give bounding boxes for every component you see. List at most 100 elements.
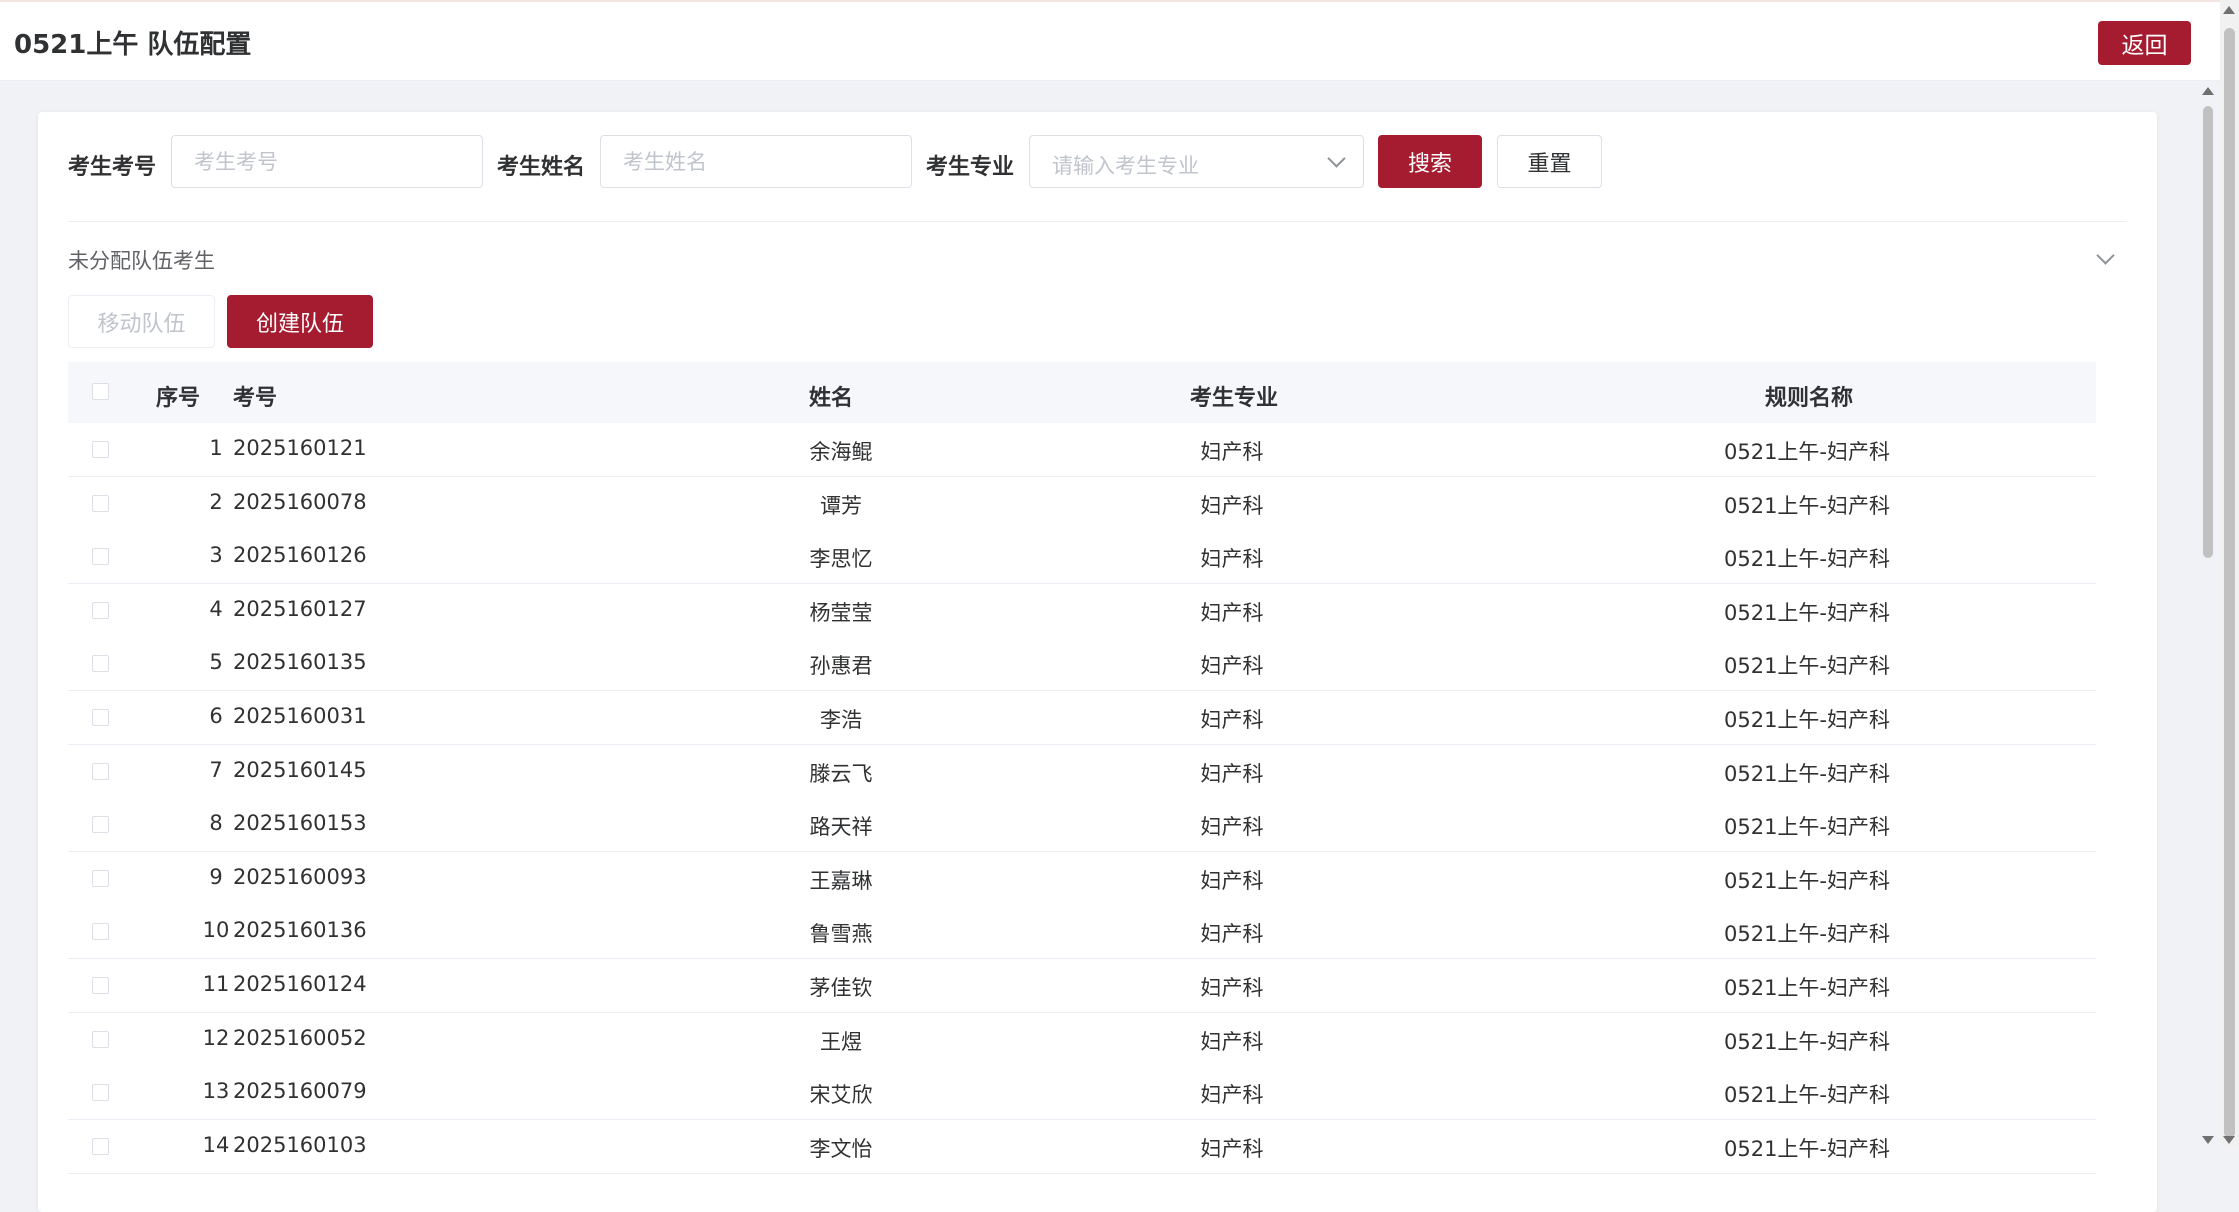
row-checkbox[interactable] (92, 869, 109, 887)
row-checkbox[interactable] (92, 494, 109, 512)
row-exam-no: 2025160103 (233, 1132, 367, 1157)
row-exam-no: 2025160093 (233, 864, 367, 889)
row-checkbox[interactable] (92, 1137, 109, 1155)
table-row[interactable]: 2 2025160078 谭芳 妇产科 0521上午-妇产科 (68, 476, 2096, 531)
row-checkbox[interactable] (92, 762, 109, 780)
create-team-button[interactable]: 创建队伍 (227, 295, 373, 348)
page-title: 0521上午 队伍配置 (14, 30, 252, 60)
page-scrollbar-thumb[interactable] (2224, 28, 2235, 1138)
inner-scroll-down-arrow[interactable] (2202, 1136, 2214, 1144)
table-row[interactable]: 8 2025160153 路天祥 妇产科 0521上午-妇产科 (68, 798, 2096, 853)
row-major: 妇产科 (1200, 761, 1264, 786)
table-row[interactable]: 5 2025160135 孙惠君 妇产科 0521上午-妇产科 (68, 637, 2096, 692)
column-header-exam-no: 考号 (233, 386, 278, 411)
row-major: 妇产科 (1200, 1029, 1264, 1054)
table-row[interactable]: 3 2025160126 李思忆 妇产科 0521上午-妇产科 (68, 530, 2096, 585)
row-checkbox[interactable] (92, 1084, 109, 1102)
row-rule-name: 0521上午-妇产科 (1723, 654, 1891, 679)
row-exam-no: 2025160079 (233, 1079, 367, 1104)
row-name: 孙惠君 (809, 654, 873, 679)
column-header-name: 姓名 (809, 386, 854, 411)
row-name: 王嘉琳 (809, 868, 873, 893)
table-row[interactable]: 1 2025160121 余海鲲 妇产科 0521上午-妇产科 (68, 423, 2096, 477)
row-major: 妇产科 (1200, 440, 1264, 464)
row-checkbox[interactable] (92, 816, 109, 834)
row-rule-name: 0521上午-妇产科 (1723, 868, 1891, 893)
row-name: 茅佳钦 (809, 976, 873, 1000)
row-major: 妇产科 (1200, 547, 1264, 572)
row-name: 王煜 (820, 1029, 862, 1054)
row-rule-name: 0521上午-妇产科 (1723, 1136, 1891, 1161)
row-rule-name: 0521上午-妇产科 (1723, 547, 1891, 572)
table-row[interactable]: 7 2025160145 滕云飞 妇产科 0521上午-妇产科 (68, 744, 2096, 799)
row-major: 妇产科 (1200, 868, 1264, 893)
row-major: 妇产科 (1200, 600, 1264, 625)
back-button[interactable]: 返回 (2098, 21, 2191, 65)
row-rule-name: 0521上午-妇产科 (1723, 1083, 1891, 1108)
row-rule-name: 0521上午-妇产科 (1723, 761, 1891, 786)
row-major: 妇产科 (1200, 1136, 1264, 1161)
row-exam-no: 2025160153 (233, 811, 367, 836)
row-checkbox[interactable] (92, 548, 109, 566)
table-header: 序号 考号 姓名 考生专业 规则名称 (68, 362, 2096, 424)
table-row[interactable]: 6 2025160031 李浩 妇产科 0521上午-妇产科 (68, 691, 2096, 745)
row-rule-name: 0521上午-妇产科 (1723, 922, 1891, 947)
row-checkbox[interactable] (92, 923, 109, 941)
row-checkbox[interactable] (92, 601, 109, 619)
inner-scrollbar-thumb[interactable] (2203, 106, 2213, 558)
row-major: 妇产科 (1200, 708, 1264, 732)
table-row[interactable]: 12 2025160052 王煜 妇产科 0521上午-妇产科 (68, 1012, 2096, 1067)
major-select[interactable]: 请输入考生专业 (1029, 135, 1364, 188)
row-name: 余海鲲 (809, 440, 873, 464)
row-name: 路天祥 (809, 815, 873, 840)
row-exam-no: 2025160135 (233, 650, 367, 675)
row-rule-name: 0521上午-妇产科 (1723, 600, 1891, 625)
table-row[interactable]: 4 2025160127 杨莹莹 妇产科 0521上午-妇产科 (68, 583, 2096, 638)
row-rule-name: 0521上午-妇产科 (1723, 708, 1891, 732)
row-exam-no: 2025160121 (233, 436, 367, 460)
chevron-down-icon (1327, 149, 1346, 168)
row-major: 妇产科 (1200, 1083, 1264, 1108)
column-header-major: 考生专业 (1190, 386, 1279, 411)
name-label: 考生姓名 (497, 155, 586, 180)
row-exam-no: 2025160078 (233, 489, 367, 514)
page-scroll-down-arrow[interactable] (2223, 1136, 2235, 1144)
row-name: 李思忆 (809, 547, 873, 572)
row-major: 妇产科 (1200, 976, 1264, 1000)
row-rule-name: 0521上午-妇产科 (1723, 815, 1891, 840)
row-exam-no: 2025160124 (233, 972, 367, 996)
select-all-checkbox[interactable] (92, 383, 109, 400)
row-checkbox[interactable] (92, 709, 109, 726)
row-rule-name: 0521上午-妇产科 (1723, 440, 1891, 464)
reset-button[interactable]: 重置 (1497, 135, 1602, 188)
page-header: 0521上午 队伍配置 返回 (0, 2, 2220, 81)
table-row[interactable]: 9 2025160093 王嘉琳 妇产科 0521上午-妇产科 (68, 851, 2096, 906)
row-name: 李浩 (820, 708, 862, 732)
row-exam-no: 2025160136 (233, 918, 367, 943)
row-checkbox[interactable] (92, 655, 109, 673)
search-button[interactable]: 搜索 (1378, 135, 1482, 188)
table-row[interactable]: 13 2025160079 宋艾欣 妇产科 0521上午-妇产科 (68, 1066, 2096, 1121)
row-rule-name: 0521上午-妇产科 (1723, 976, 1891, 1000)
move-team-button[interactable]: 移动队伍 (68, 295, 215, 348)
name-input[interactable] (600, 135, 912, 188)
table-row[interactable]: 10 2025160136 鲁雪燕 妇产科 0521上午-妇产科 (68, 905, 2096, 960)
row-major: 妇产科 (1200, 922, 1264, 947)
row-checkbox[interactable] (92, 977, 109, 994)
row-name: 宋艾欣 (809, 1083, 873, 1108)
unassigned-section-title[interactable]: 未分配队伍考生 (68, 245, 215, 275)
row-checkbox[interactable] (92, 1030, 109, 1048)
exam-no-input[interactable] (171, 135, 483, 188)
row-name: 杨莹莹 (809, 600, 873, 625)
row-name: 李文怡 (809, 1136, 873, 1161)
inner-scroll-up-arrow[interactable] (2202, 87, 2214, 95)
table-row[interactable]: 14 2025160103 李文怡 妇产科 0521上午-妇产科 (68, 1119, 2096, 1174)
row-exam-no: 2025160031 (233, 704, 367, 728)
table-row[interactable]: 11 2025160124 茅佳钦 妇产科 0521上午-妇产科 (68, 959, 2096, 1013)
page-scroll-up-arrow[interactable] (2223, 6, 2235, 14)
row-rule-name: 0521上午-妇产科 (1723, 1029, 1891, 1054)
row-name: 谭芳 (820, 493, 862, 518)
divider (68, 221, 2127, 222)
row-checkbox[interactable] (92, 441, 109, 458)
row-exam-no: 2025160145 (233, 757, 367, 782)
